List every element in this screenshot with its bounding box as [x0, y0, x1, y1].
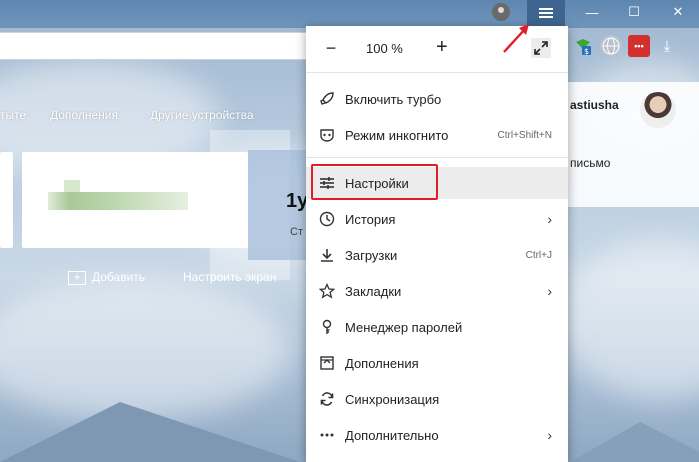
- rocket-icon: [318, 90, 336, 108]
- fullscreen-button[interactable]: [531, 38, 551, 58]
- zoom-out-button[interactable]: −: [324, 38, 338, 59]
- zoom-level: 100 %: [366, 41, 403, 56]
- tile-partial-text: 1у: [286, 190, 309, 212]
- nav-item-other-devices[interactable]: Другие устройства: [150, 108, 254, 122]
- menu-item-label: Режим инкогнито: [345, 127, 449, 143]
- maximize-button[interactable]: ☐: [616, 0, 652, 24]
- red-arrow-annotation: [503, 24, 529, 53]
- menu-item-bookmarks[interactable]: Закладки ›: [306, 275, 568, 307]
- settings-highlight-box: [311, 164, 438, 200]
- tile-partial-subtext: Ст: [290, 226, 303, 238]
- account-icon[interactable]: [492, 3, 510, 21]
- chevron-right-icon: ›: [547, 283, 552, 299]
- menu-item-turbo[interactable]: Включить турбо: [306, 83, 568, 115]
- downloads-toolbar-icon[interactable]: ⤓: [656, 35, 678, 57]
- more-dots-icon: [318, 426, 336, 444]
- sync-icon: [318, 390, 336, 408]
- menu-item-password-manager[interactable]: Менеджер паролей: [306, 311, 568, 343]
- menu-item-sync[interactable]: Синхронизация: [306, 383, 568, 415]
- add-tile-label: Добавить: [92, 270, 146, 284]
- nav-item-extensions[interactable]: Дополнения: [50, 108, 118, 122]
- browser-main-menu: − 100 % + Включить турбо Режим инкогнито…: [306, 26, 568, 462]
- clock-icon: [318, 210, 336, 228]
- main-menu-button[interactable]: [527, 0, 565, 26]
- menu-item-label: Дополнительно: [345, 427, 439, 443]
- title-bar: — ☐ ✕: [0, 0, 699, 28]
- speed-dial-tile[interactable]: [0, 152, 13, 248]
- expand-icon: [534, 41, 548, 55]
- extensions-toolbar: $ ••• ⤓: [572, 35, 678, 57]
- star-icon: [318, 282, 336, 300]
- menu-item-incognito[interactable]: Режим инкогнито Ctrl+Shift+N: [306, 119, 568, 151]
- lastpass-extension-icon[interactable]: •••: [628, 35, 650, 57]
- globe-extension-icon[interactable]: [600, 35, 622, 57]
- menu-item-history[interactable]: История ›: [306, 203, 568, 235]
- nav-item-partial[interactable]: тыте: [0, 108, 26, 122]
- address-bar[interactable]: [0, 32, 312, 60]
- menu-item-label: Синхронизация: [345, 391, 440, 407]
- close-button[interactable]: ✕: [660, 0, 696, 24]
- chevron-right-icon: ›: [547, 211, 552, 227]
- user-name: astiusha: [570, 98, 619, 112]
- menu-item-label: Менеджер паролей: [345, 319, 463, 335]
- shield-extension-icon[interactable]: $: [572, 35, 594, 57]
- menu-separator: [306, 157, 568, 158]
- extensions-icon: [318, 354, 336, 372]
- user-avatar[interactable]: [640, 92, 676, 128]
- customize-screen-link[interactable]: Настроить экран: [183, 270, 276, 284]
- menu-item-extensions[interactable]: Дополнения: [306, 347, 568, 379]
- menu-item-label: Закладки: [345, 283, 402, 299]
- menu-item-label: Включить турбо: [345, 91, 442, 107]
- chevron-right-icon: ›: [547, 427, 552, 443]
- mail-link[interactable]: письмо: [570, 156, 610, 170]
- add-tile-button[interactable]: + Добавить: [68, 270, 145, 285]
- menu-separator: [306, 72, 568, 73]
- menu-item-downloads[interactable]: Загрузки Ctrl+J: [306, 239, 568, 271]
- menu-item-more[interactable]: Дополнительно ›: [306, 419, 568, 451]
- user-card: astiusha письмо: [560, 82, 699, 207]
- key-icon: [318, 318, 336, 336]
- hamburger-icon: [539, 8, 553, 18]
- zoom-in-button[interactable]: +: [436, 36, 448, 59]
- menu-item-label: История: [345, 211, 396, 227]
- customize-screen-label: Настроить экран: [183, 270, 277, 284]
- menu-item-label: Дополнения: [345, 355, 419, 371]
- svg-text:$: $: [584, 47, 589, 56]
- shortcut-hint: Ctrl+Shift+N: [497, 129, 552, 141]
- download-icon: [318, 246, 336, 264]
- shortcut-hint: Ctrl+J: [525, 249, 552, 261]
- plus-icon: +: [68, 270, 86, 285]
- menu-item-label: Загрузки: [345, 247, 398, 263]
- incognito-icon: [318, 126, 336, 144]
- minimize-button[interactable]: —: [574, 0, 610, 24]
